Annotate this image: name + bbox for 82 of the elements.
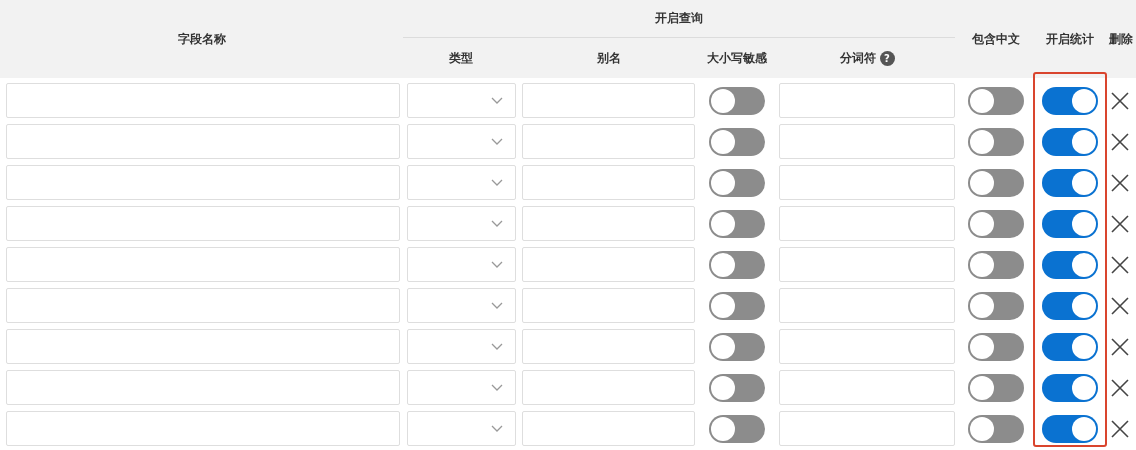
toggle-switch[interactable] bbox=[1041, 373, 1098, 402]
toggle-switch[interactable] bbox=[709, 332, 765, 361]
toggle-switch[interactable] bbox=[709, 414, 765, 443]
chevron-down-icon bbox=[491, 260, 503, 269]
alias-input[interactable] bbox=[522, 206, 695, 241]
separator-input[interactable] bbox=[779, 165, 955, 200]
toggle-switch[interactable] bbox=[1041, 86, 1098, 115]
field-name-input[interactable] bbox=[6, 411, 400, 446]
close-icon[interactable] bbox=[1110, 254, 1130, 275]
close-icon[interactable] bbox=[1110, 295, 1130, 316]
toggle-switch[interactable] bbox=[967, 86, 1024, 115]
toggle-switch[interactable] bbox=[709, 168, 765, 197]
chevron-down-icon bbox=[491, 424, 503, 433]
close-icon[interactable] bbox=[1110, 131, 1130, 152]
toggle-switch[interactable] bbox=[967, 250, 1024, 279]
field-name-input[interactable] bbox=[6, 288, 400, 323]
column-header: 分词符 bbox=[839, 49, 876, 67]
toggle-switch[interactable] bbox=[1041, 332, 1098, 361]
help-icon[interactable]: ? bbox=[879, 50, 895, 66]
toggle-switch[interactable] bbox=[709, 373, 765, 402]
alias-input[interactable] bbox=[522, 329, 695, 364]
toggle-switch[interactable] bbox=[967, 209, 1024, 238]
toggle-switch[interactable] bbox=[967, 168, 1024, 197]
close-icon[interactable] bbox=[1110, 90, 1130, 111]
close-icon[interactable] bbox=[1110, 172, 1130, 193]
column-group-header: 开启查询 bbox=[403, 0, 955, 38]
separator-input[interactable] bbox=[779, 329, 955, 364]
field-name-input[interactable] bbox=[6, 370, 400, 405]
toggle-switch[interactable] bbox=[967, 373, 1024, 402]
close-icon[interactable] bbox=[1110, 336, 1130, 357]
separator-input[interactable] bbox=[779, 370, 955, 405]
alias-input[interactable] bbox=[522, 124, 695, 159]
toggle-switch[interactable] bbox=[709, 127, 765, 156]
column-header: 包含中文 bbox=[970, 30, 1021, 48]
close-icon[interactable] bbox=[1110, 213, 1130, 234]
chevron-down-icon bbox=[491, 96, 503, 105]
separator-input[interactable] bbox=[779, 247, 955, 282]
toggle-switch[interactable] bbox=[709, 86, 765, 115]
chevron-down-icon bbox=[491, 178, 503, 187]
alias-input[interactable] bbox=[522, 83, 695, 118]
chevron-down-icon bbox=[491, 137, 503, 146]
toggle-switch[interactable] bbox=[967, 332, 1024, 361]
toggle-switch[interactable] bbox=[1041, 250, 1098, 279]
column-header: 字段名称 bbox=[176, 30, 227, 48]
separator-input[interactable] bbox=[779, 411, 955, 446]
column-header: 删除 bbox=[1108, 30, 1134, 48]
toggle-switch[interactable] bbox=[709, 291, 765, 320]
column-header: 大小写敏感 bbox=[706, 49, 768, 67]
toggle-switch[interactable] bbox=[709, 250, 765, 279]
column-header: 别名 bbox=[595, 49, 622, 67]
field-name-input[interactable] bbox=[6, 165, 400, 200]
close-icon[interactable] bbox=[1110, 377, 1130, 398]
chevron-down-icon bbox=[491, 219, 503, 228]
alias-input[interactable] bbox=[522, 165, 695, 200]
close-icon[interactable] bbox=[1110, 418, 1130, 439]
alias-input[interactable] bbox=[522, 247, 695, 282]
field-name-input[interactable] bbox=[6, 247, 400, 282]
toggle-switch[interactable] bbox=[1041, 127, 1098, 156]
toggle-switch[interactable] bbox=[967, 291, 1024, 320]
separator-input[interactable] bbox=[779, 206, 955, 241]
column-header: 类型 bbox=[448, 49, 474, 67]
separator-input[interactable] bbox=[779, 124, 955, 159]
field-name-input[interactable] bbox=[6, 329, 400, 364]
alias-input[interactable] bbox=[522, 288, 695, 323]
field-name-input[interactable] bbox=[6, 206, 400, 241]
field-name-input[interactable] bbox=[6, 124, 400, 159]
chevron-down-icon bbox=[491, 383, 503, 392]
column-header: 开启统计 bbox=[1044, 30, 1095, 48]
chevron-down-icon bbox=[491, 342, 503, 351]
toggle-switch[interactable] bbox=[1041, 414, 1098, 443]
field-name-input[interactable] bbox=[6, 83, 400, 118]
toggle-switch[interactable] bbox=[1041, 209, 1098, 238]
toggle-switch[interactable] bbox=[967, 414, 1024, 443]
toggle-switch[interactable] bbox=[709, 209, 765, 238]
separator-input[interactable] bbox=[779, 83, 955, 118]
toggle-switch[interactable] bbox=[1041, 291, 1098, 320]
alias-input[interactable] bbox=[522, 411, 695, 446]
toggle-switch[interactable] bbox=[967, 127, 1024, 156]
alias-input[interactable] bbox=[522, 370, 695, 405]
separator-input[interactable] bbox=[779, 288, 955, 323]
chevron-down-icon bbox=[491, 301, 503, 310]
toggle-switch[interactable] bbox=[1041, 168, 1098, 197]
